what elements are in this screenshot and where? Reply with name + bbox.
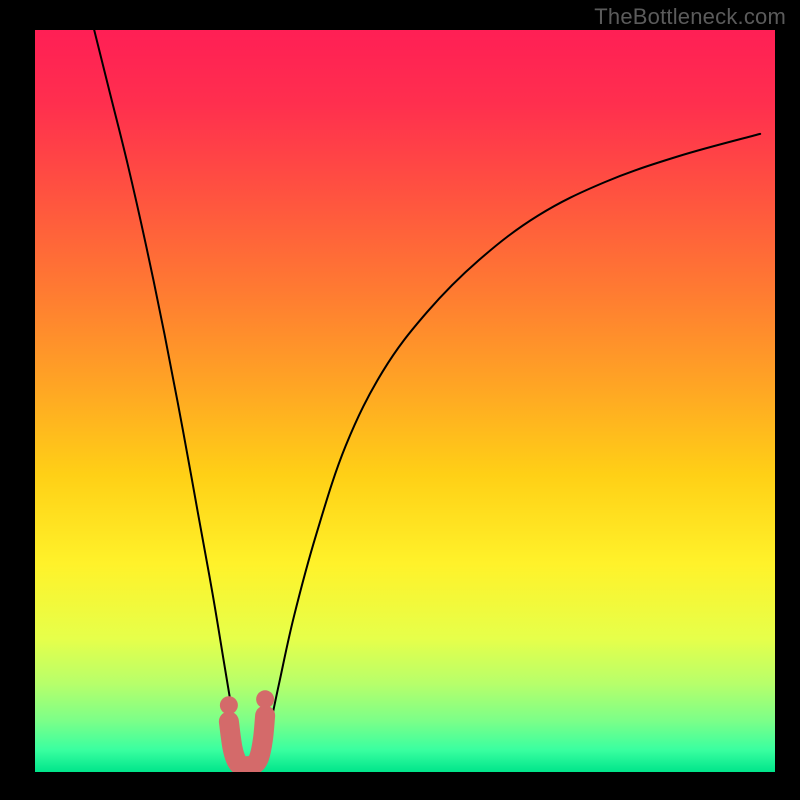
bottleneck-chart	[0, 0, 800, 800]
valley-marker-dot-left	[220, 696, 238, 714]
watermark-text: TheBottleneck.com	[594, 4, 786, 30]
valley-marker-dot-right	[256, 690, 274, 708]
chart-frame: TheBottleneck.com	[0, 0, 800, 800]
gradient-background	[35, 30, 775, 772]
